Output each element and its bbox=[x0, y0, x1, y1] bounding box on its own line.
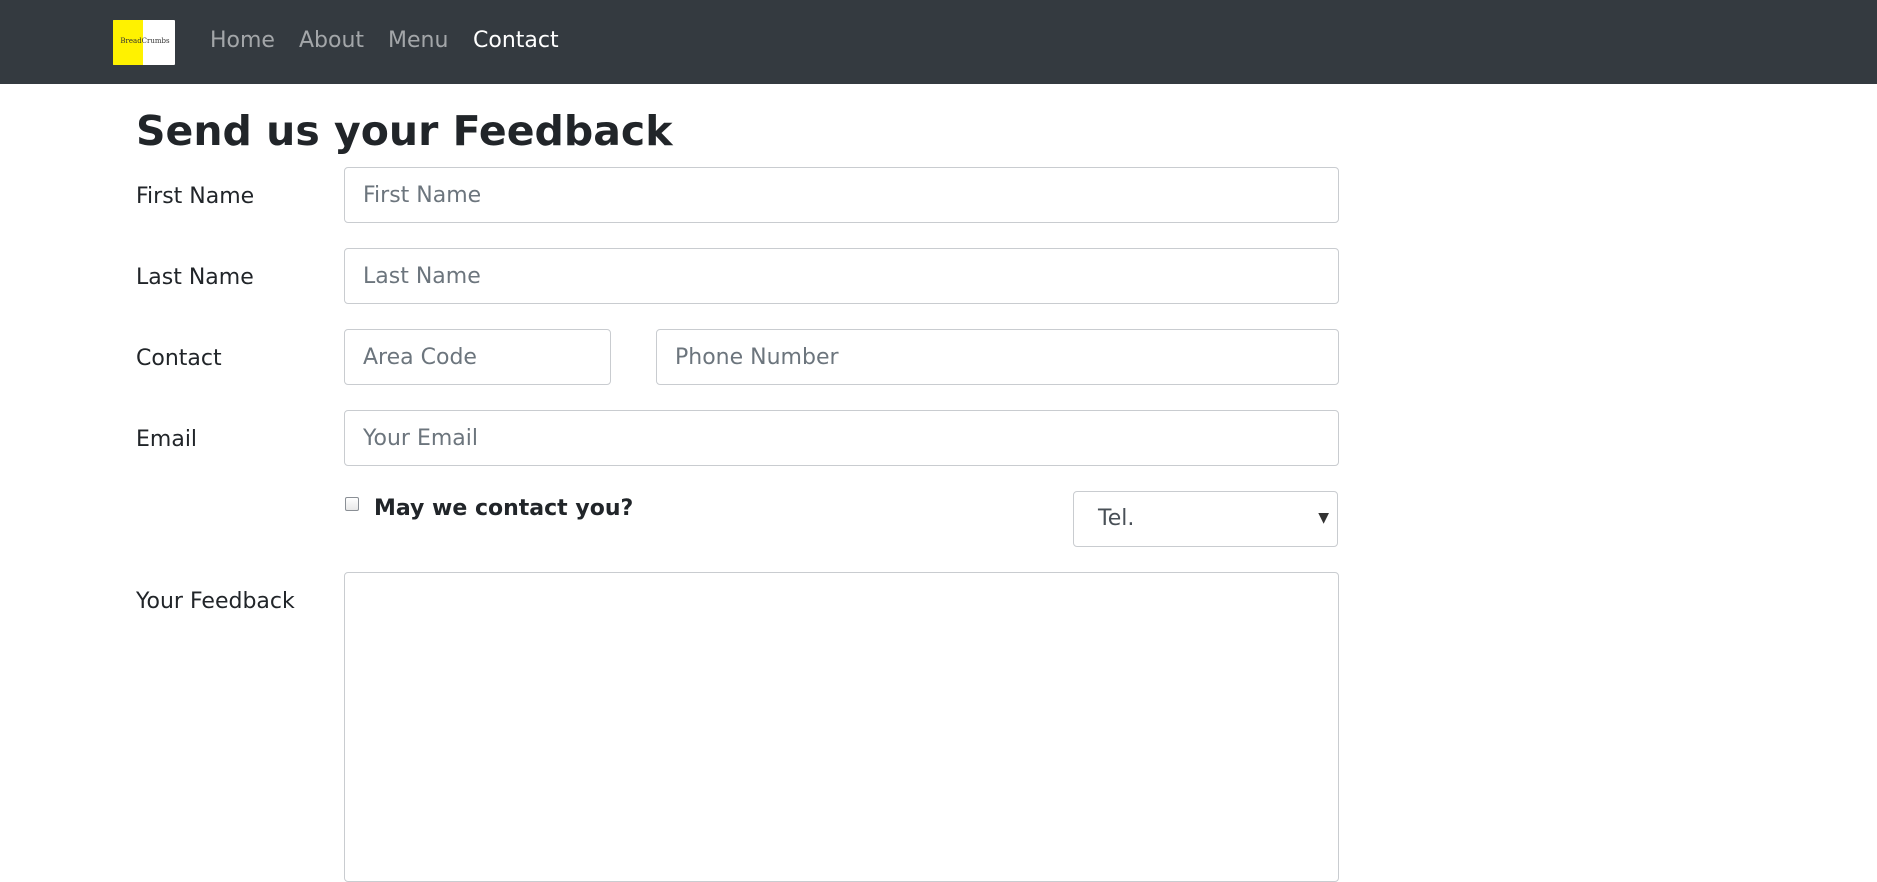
contact-method-value: Tel. bbox=[1098, 506, 1135, 531]
chevron-down-icon: ▼ bbox=[1318, 510, 1329, 526]
area-code-input[interactable] bbox=[344, 329, 611, 385]
contact-method-select[interactable]: Tel. ▼ bbox=[1073, 491, 1338, 547]
last-name-input[interactable] bbox=[344, 248, 1339, 304]
first-name-input[interactable] bbox=[344, 167, 1339, 223]
contact-permission-label[interactable]: May we contact you? bbox=[374, 494, 633, 524]
nav-link-menu[interactable]: Menu bbox=[388, 27, 448, 55]
navbar: BreadCrumbs Home About Menu Contact bbox=[0, 0, 1877, 84]
logo-text: BreadCrumbs bbox=[120, 37, 170, 45]
nav-link-home[interactable]: Home bbox=[210, 27, 275, 55]
nav-link-about[interactable]: About bbox=[299, 27, 364, 55]
nav-link-contact[interactable]: Contact bbox=[473, 27, 559, 55]
email-input[interactable] bbox=[344, 410, 1339, 466]
feedback-textarea[interactable] bbox=[344, 572, 1339, 882]
contact-label: Contact bbox=[136, 346, 222, 371]
first-name-label: First Name bbox=[136, 184, 255, 209]
contact-permission-checkbox[interactable] bbox=[345, 497, 359, 511]
page-title: Send us your Feedback bbox=[136, 107, 673, 155]
last-name-label: Last Name bbox=[136, 265, 254, 290]
brand-logo[interactable]: BreadCrumbs bbox=[113, 20, 175, 65]
phone-number-input[interactable] bbox=[656, 329, 1339, 385]
feedback-label: Your Feedback bbox=[136, 589, 295, 614]
email-label: Email bbox=[136, 427, 198, 452]
